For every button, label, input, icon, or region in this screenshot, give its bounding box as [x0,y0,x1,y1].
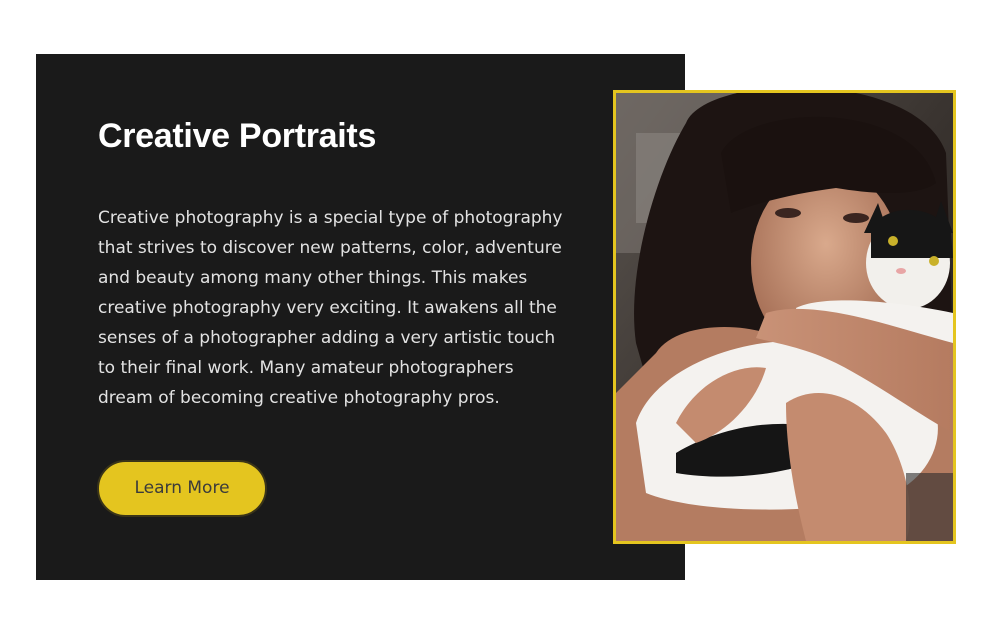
description-line: creative photography very exciting. It a… [98,298,557,318]
description-line: and beauty among many other things. This… [98,268,528,288]
portrait-image [616,93,953,541]
description-line: dream of becoming creative photography p… [98,388,500,408]
description-line: that strives to discover new patterns, c… [98,238,562,258]
section-title: Creative Portraits [98,117,377,155]
page: Creative Portraits Creative photography … [0,0,992,634]
description-line: senses of a photographer adding a very a… [98,328,556,348]
section-description: Creative photography is a special type o… [98,203,568,413]
portrait-photo [613,90,956,544]
description-line: Creative photography is a special type o… [98,208,563,228]
description-line: to their final work. Many amateur photog… [98,358,514,378]
learn-more-button[interactable]: Learn More [97,460,267,517]
